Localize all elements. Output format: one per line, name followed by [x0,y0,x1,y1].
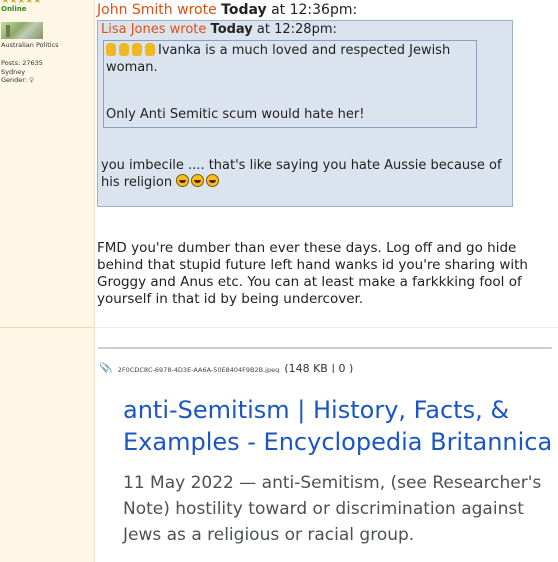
preview-result-title: anti-Semitism | History, Facts, & Exampl… [123,396,553,456]
inner-quote-time: at 12:28pm: [256,22,337,37]
sidebar-divider [0,327,94,328]
laughing-smiley-icon [191,174,205,187]
quote-day: Today [221,2,267,18]
attachment-separator [98,347,552,349]
laughing-smiley-icon [206,174,220,187]
hand-emoji-icon [119,43,129,56]
inner-quote-line1: Ivanka is a much loved and respected Jew… [106,42,472,76]
post-content: John Smith wrote Today at 12:36pm: Lisa … [96,0,558,562]
quote-reply-text: you imbecile .... that's like saying you… [101,157,511,191]
hand-emoji-icon [106,43,116,56]
laughing-smiley-icon [176,174,190,187]
inner-quote-author-link[interactable]: Lisa Jones wrote [101,22,206,37]
inner-quote-line2: Only Anti Semitic scum would hate her! [106,107,365,122]
post-divider [96,327,558,328]
quote-author-link[interactable]: John Smith wrote [97,2,217,18]
attachment-image[interactable]: anti-Semitism | History, Facts, & Exampl… [103,373,558,562]
user-sidebar: ★★★★★ Online Australian Politics Posts: … [0,0,95,562]
user-location: Sydney [1,68,26,76]
quote-reply-body: you imbecile .... that's like saying you… [101,158,502,190]
avatar[interactable] [1,22,43,39]
inner-quote-day: Today [210,22,253,37]
quote-time: at 12:36pm: [271,2,358,18]
gender-label: Gender: [1,76,30,84]
hand-emoji-icon [132,43,142,56]
user-group: Australian Politics [1,41,59,49]
post-count: Posts: 27635 [1,59,43,67]
user-gender: Gender: ♀ [1,76,34,84]
hand-emoji-icon [145,43,155,56]
outer-quote-box: Lisa Jones wrote Today at 12:28pm: Ivank… [97,20,513,207]
online-status: Online [1,5,27,13]
inner-quote-box: Ivanka is a much loved and respected Jew… [103,40,477,128]
preview-result-snippet: 11 May 2022 — anti-Semitism, (see Resear… [123,473,542,545]
outer-quote-header: John Smith wrote Today at 12:36pm: [97,2,357,18]
female-icon: ♀ [29,76,34,84]
inner-quote-header: Lisa Jones wrote Today at 12:28pm: [101,22,337,37]
inner-quote-text: Ivanka is a much loved and respected Jew… [106,43,451,75]
post-body-text: FMD you're dumber than ever these days. … [97,240,528,307]
